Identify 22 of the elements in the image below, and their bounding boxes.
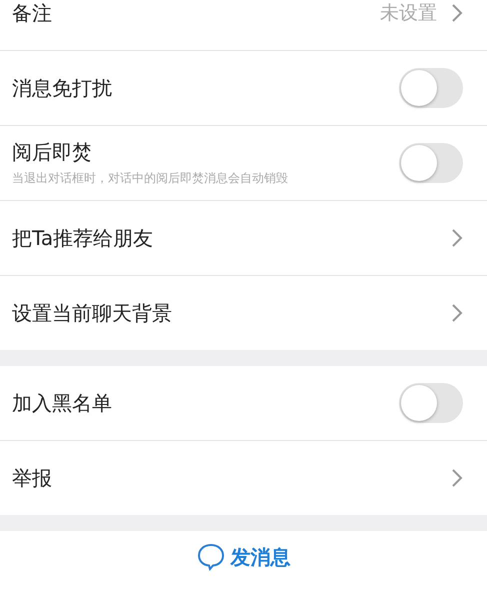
row-label: 备注	[12, 0, 53, 26]
chevron-icon	[451, 228, 463, 248]
toggle-switch[interactable]	[399, 383, 463, 423]
row-label: 举报	[12, 464, 53, 492]
settings-row[interactable]: 设置当前聊天背景	[0, 276, 487, 350]
settings-row[interactable]: 备注 未设置	[0, 0, 487, 51]
row-label: 阅后即焚	[12, 139, 93, 166]
row-label: 把Ta推荐给朋友	[12, 224, 154, 252]
chevron-icon	[451, 468, 463, 488]
toggle-switch[interactable]	[399, 68, 463, 108]
chevron-icon	[451, 303, 463, 323]
settings-row[interactable]: 举报	[0, 441, 487, 515]
row-label: 加入黑名单	[12, 390, 113, 416]
row-description: 当退出对话框时，对话中的阅后即焚消息会自动销毁	[12, 170, 289, 187]
chevron-icon	[451, 3, 463, 23]
toggle-switch[interactable]	[399, 143, 463, 183]
row-label: 消息免打扰	[12, 74, 113, 102]
send-message-button[interactable]: 发消息	[196, 543, 290, 571]
settings-row[interactable]: 把Ta推荐给朋友	[0, 201, 487, 276]
row-value: 未设置	[380, 1, 437, 26]
row-label: 设置当前聊天背景	[12, 300, 173, 326]
chat-bubble-icon	[196, 543, 224, 571]
